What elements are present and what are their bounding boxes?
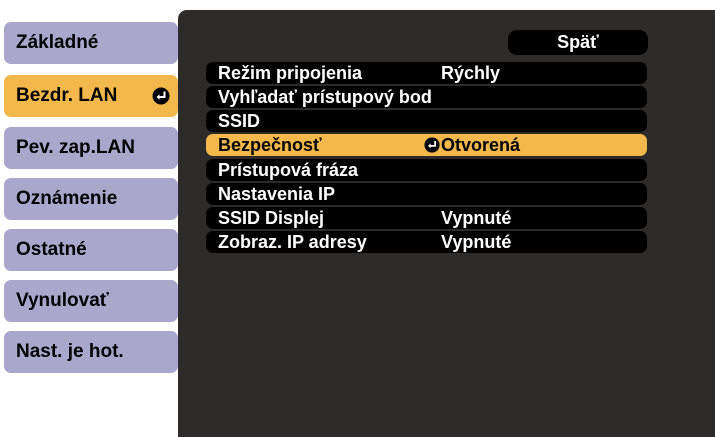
menu-row-zobraz-ip-adresy[interactable]: Zobraz. IP adresy Vypnuté (206, 231, 647, 253)
sidebar-item-zakladne[interactable]: Základné (4, 22, 178, 64)
row-label: Vyhľadať prístupový bod (218, 87, 432, 107)
row-label: Bezpečnosť (218, 135, 322, 155)
row-label: SSID Displej (218, 208, 325, 228)
row-value: Rýchly (441, 63, 501, 83)
sidebar-item-oznamenie[interactable]: Oznámenie (4, 178, 178, 220)
row-label: Nastavenia IP (218, 184, 336, 204)
sidebar-item-label: Vynulovať (16, 290, 109, 311)
menu-row-pristupova-fraza[interactable]: Prístupová fráza (206, 159, 647, 181)
row-label: SSID (218, 111, 261, 131)
row-value: Vypnuté (441, 208, 512, 228)
row-value: Vypnuté (441, 232, 512, 252)
row-label: Zobraz. IP adresy (218, 232, 367, 252)
sidebar-item-label: Bezdr. LAN (16, 85, 118, 106)
menu-row-rezim-pripojenia[interactable]: Režim pripojenia Rýchly (206, 62, 647, 84)
sidebar-item-label: Pev. zap.LAN (16, 137, 135, 158)
sidebar: Základné Bezdr. LAN Pev. zap.LAN Oznámen… (0, 0, 180, 437)
enter-icon (424, 137, 440, 153)
sidebar-item-label: Základné (16, 32, 99, 53)
sidebar-item-pev-zap-lan[interactable]: Pev. zap.LAN (4, 127, 178, 169)
row-value: Otvorená (441, 135, 521, 155)
menu-row-nastavenia-ip[interactable]: Nastavenia IP (206, 183, 647, 205)
sidebar-item-nast-je-hot[interactable]: Nast. je hot. (4, 331, 178, 373)
sidebar-item-vynulovat[interactable]: Vynulovať (4, 280, 178, 322)
row-label: Režim pripojenia (218, 63, 363, 83)
menu-row-bezpecnost[interactable]: Bezpečnosť Otvorená (206, 134, 647, 156)
settings-panel: Späť Režim pripojenia Rýchly Vyhľadať pr… (178, 10, 715, 437)
menu-row-ssid-displej[interactable]: SSID Displej Vypnuté (206, 207, 647, 229)
enter-icon (152, 87, 170, 105)
menu-row-ssid[interactable]: SSID (206, 110, 647, 132)
sidebar-item-ostatne[interactable]: Ostatné (4, 229, 178, 271)
sidebar-item-label: Ostatné (16, 239, 87, 260)
sidebar-item-label: Oznámenie (16, 188, 118, 209)
menu-row-vyhladat-pristupovy-bod[interactable]: Vyhľadať prístupový bod (206, 86, 647, 108)
sidebar-item-label: Nast. je hot. (16, 341, 124, 362)
row-label: Prístupová fráza (218, 160, 359, 180)
back-button[interactable]: Späť (508, 30, 648, 55)
sidebar-item-bezdr-lan[interactable]: Bezdr. LAN (4, 75, 178, 117)
